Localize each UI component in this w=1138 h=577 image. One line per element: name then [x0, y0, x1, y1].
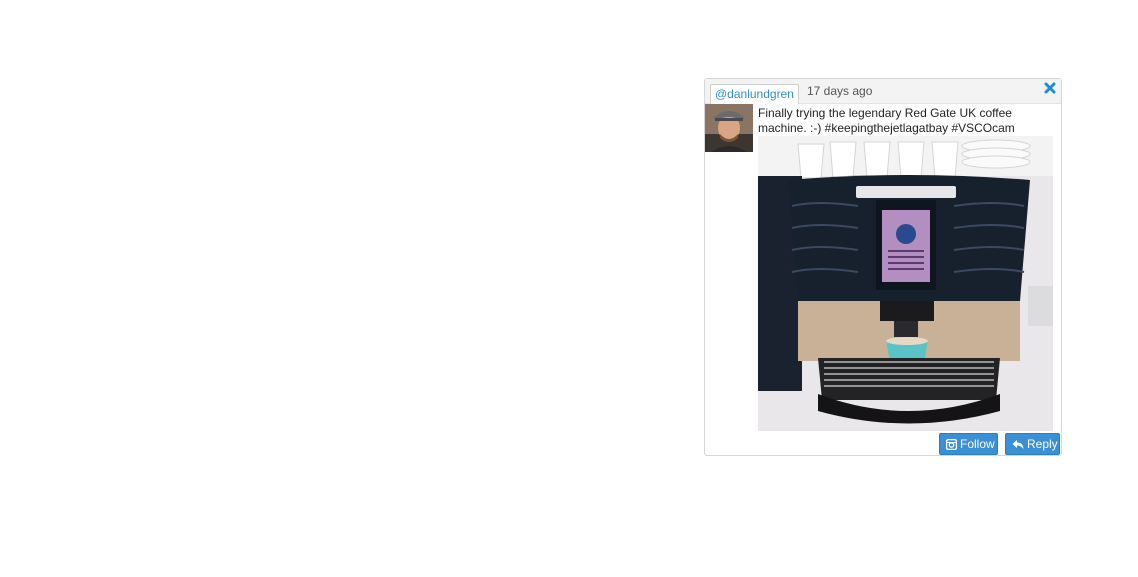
- reply-button[interactable]: Reply: [1005, 433, 1060, 455]
- avatar[interactable]: [705, 104, 753, 152]
- follow-button[interactable]: Follow: [939, 433, 998, 455]
- reply-label: Reply: [1027, 437, 1058, 451]
- tweet-photo[interactable]: [758, 136, 1053, 431]
- tweet-text: Finally trying the legendary Red Gate UK…: [758, 106, 1015, 135]
- tweet-header: @danlundgren 17 days ago: [705, 79, 1061, 104]
- follow-label: Follow: [960, 437, 995, 451]
- tweet-time: 17 days ago: [807, 84, 873, 98]
- reply-icon: [1012, 439, 1024, 450]
- instagram-icon: [946, 438, 957, 450]
- username-link[interactable]: @danlundgren: [710, 84, 799, 104]
- tweet-card: @danlundgren 17 days ago Finally trying …: [704, 78, 1062, 456]
- close-icon[interactable]: [1043, 82, 1057, 98]
